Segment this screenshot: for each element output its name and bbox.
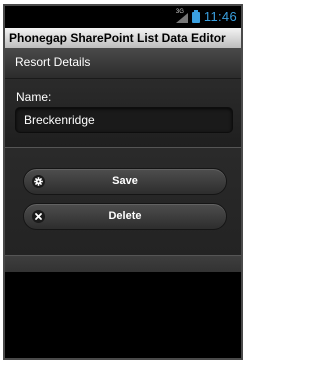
battery-icon bbox=[191, 10, 200, 23]
footer-strip bbox=[5, 255, 241, 272]
status-icons: 3G 11:46 bbox=[175, 9, 237, 24]
delete-button-label: Delete bbox=[108, 210, 142, 222]
form-area: Name: bbox=[5, 79, 241, 147]
name-input[interactable] bbox=[15, 107, 233, 133]
delete-button[interactable]: Delete bbox=[23, 203, 227, 230]
name-label: Name: bbox=[16, 90, 52, 104]
save-button[interactable]: Save bbox=[23, 168, 227, 195]
empty-area bbox=[5, 272, 241, 358]
page-title: Resort Details bbox=[15, 55, 91, 69]
app-title: Phonegap SharePoint List Data Editor bbox=[5, 28, 241, 48]
status-time: 11:46 bbox=[203, 9, 237, 24]
actions-area: Save Delete bbox=[5, 148, 241, 255]
save-button-label: Save bbox=[112, 175, 138, 187]
status-bar: 3G 11:46 bbox=[5, 6, 241, 28]
page-header: Resort Details bbox=[5, 48, 241, 79]
phone-screen: 3G 11:46 Phonegap SharePoint List Data E… bbox=[3, 4, 243, 360]
signal-icon: 3G bbox=[175, 9, 188, 23]
